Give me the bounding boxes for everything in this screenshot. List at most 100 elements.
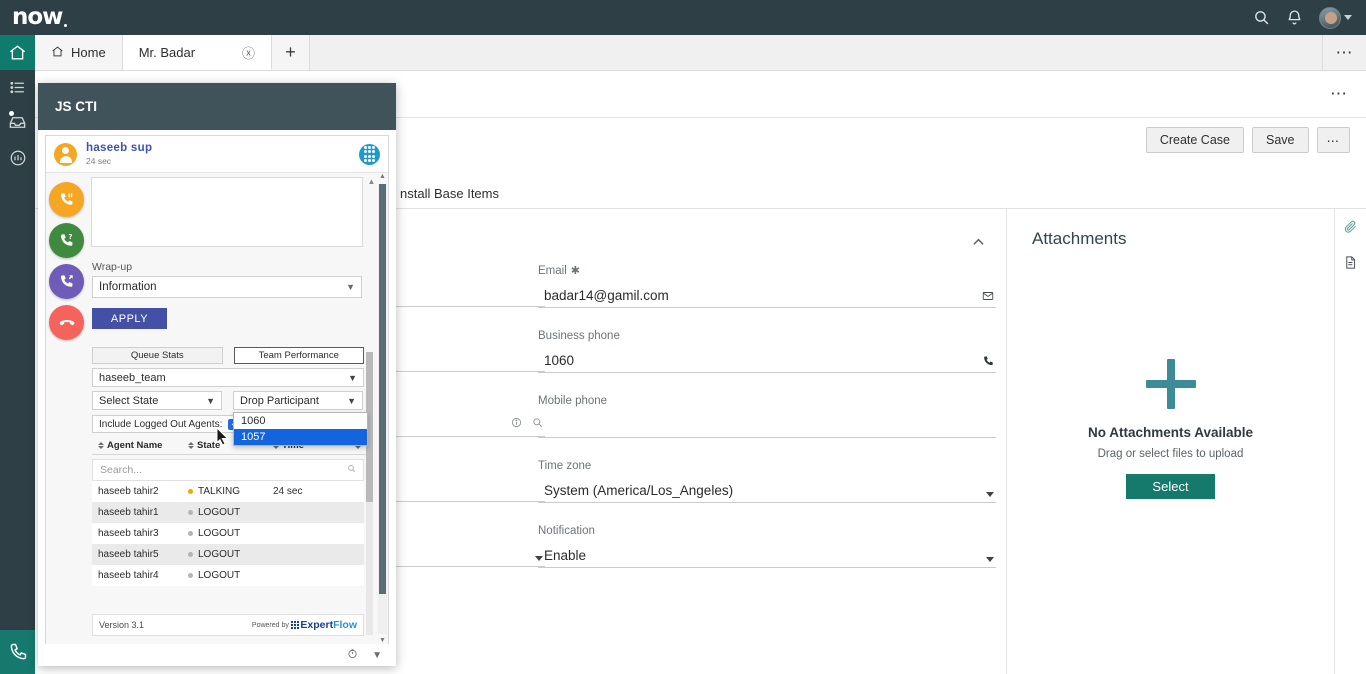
table-row[interactable]: haseeb tahir5 LOGOUT: [92, 544, 364, 565]
tab-record-label: Mr. Badar: [139, 45, 195, 60]
state-select[interactable]: Select State ▼: [92, 391, 222, 410]
tab-record[interactable]: Mr. Badar ⓧ: [123, 35, 272, 70]
sidebar-item-inbox[interactable]: [0, 105, 35, 140]
column-label: State: [197, 440, 220, 451]
state-label: LOGOUT: [198, 549, 240, 560]
version-label: Version 3.1: [99, 620, 144, 630]
caller-info: haseeb sup 24 sec: [86, 142, 152, 167]
info-icon[interactable]: [511, 416, 522, 431]
tab-queue-stats[interactable]: Queue Stats: [92, 347, 223, 364]
chevron-down-icon: ▼: [346, 282, 355, 292]
attachments-empty-subtext: Drag or select files to upload: [1098, 448, 1244, 460]
tab-team-performance[interactable]: Team Performance: [234, 347, 365, 364]
notification-bell-icon[interactable]: [1286, 9, 1303, 26]
transfer-call-button[interactable]: [49, 264, 84, 299]
sidebar-item-home[interactable]: [0, 35, 35, 70]
sidebar-item-analytics[interactable]: [0, 140, 35, 175]
call-notes-textarea[interactable]: [91, 177, 363, 247]
agent-name-cell: haseeb tahir4: [92, 570, 188, 581]
agent-list-scrollbar[interactable]: [366, 352, 373, 635]
chevron-down-icon: [1344, 15, 1352, 20]
tab-home[interactable]: Home: [35, 35, 123, 70]
email-field[interactable]: badar14@gamil.com: [538, 283, 996, 308]
document-icon[interactable]: [1343, 255, 1358, 275]
drop-participant-value: Drop Participant: [240, 395, 319, 407]
attachments-panel: Attachments No Attachments Available Dra…: [1007, 209, 1334, 674]
expertflow-grid-icon: [291, 621, 299, 629]
left-nav-rail: [0, 35, 35, 674]
dialpad-icon[interactable]: [359, 144, 380, 165]
include-logged-out-label: Include Logged Out Agents:: [99, 419, 222, 430]
search-icon[interactable]: [1253, 9, 1270, 26]
timer-icon[interactable]: [347, 648, 358, 662]
cti-panel-scrollbar[interactable]: ▲ ▼: [378, 184, 387, 634]
chevron-up-icon[interactable]: [973, 235, 984, 249]
right-utility-rail: [1334, 209, 1366, 674]
wrapup-value: Information: [99, 281, 157, 293]
tab-install-base-items[interactable]: nstall Base Items: [390, 186, 509, 208]
scroll-up-arrow[interactable]: ▲: [378, 172, 387, 182]
end-call-button[interactable]: [49, 305, 84, 340]
table-row[interactable]: haseeb tahir2 TALKING 24 sec: [92, 481, 364, 502]
field-notification: Notification Enable: [538, 525, 996, 568]
chevron-down-icon[interactable]: [986, 492, 994, 497]
paperclip-icon[interactable]: [1343, 219, 1358, 239]
save-button[interactable]: Save: [1252, 127, 1309, 153]
team-select[interactable]: haseeb_team ▼: [92, 368, 364, 387]
user-menu[interactable]: [1319, 7, 1352, 29]
sort-icon: [98, 442, 104, 449]
caller-name: haseeb sup: [86, 142, 152, 156]
plus-icon[interactable]: [1146, 359, 1196, 409]
page-header-overflow-button[interactable]: ⋯: [1330, 84, 1366, 104]
consult-call-button[interactable]: ?: [49, 223, 84, 258]
state-dot-icon: [188, 573, 193, 578]
call-duration: 24 sec: [86, 156, 152, 166]
svg-text:?: ?: [68, 232, 72, 240]
column-header-agent-name[interactable]: Agent Name: [92, 440, 188, 451]
email-value: badar14@gamil.com: [538, 288, 669, 303]
phone-icon[interactable]: [982, 355, 994, 367]
business-phone-field[interactable]: 1060: [538, 348, 996, 373]
sidebar-item-phone[interactable]: [0, 630, 35, 674]
chevron-down-icon[interactable]: [986, 557, 994, 562]
extension-dropdown-list[interactable]: 1060 1057: [233, 412, 368, 446]
state-label: LOGOUT: [198, 570, 240, 581]
required-marker: ✱: [571, 264, 580, 277]
label-text: Mobile phone: [538, 395, 607, 407]
notification-select[interactable]: Enable: [538, 543, 996, 568]
stats-tab-group: Queue Stats Team Performance: [92, 347, 364, 364]
state-dot-icon: [188, 489, 193, 494]
extension-option-1057[interactable]: 1057: [234, 429, 367, 445]
brand-expert: Expert: [300, 619, 333, 631]
mobile-phone-field[interactable]: [538, 413, 996, 438]
agent-state-cell: LOGOUT: [188, 528, 273, 539]
tab-overflow-button[interactable]: ⋯: [1322, 35, 1366, 70]
table-row[interactable]: haseeb tahir3 LOGOUT: [92, 523, 364, 544]
table-row[interactable]: haseeb tahir4 LOGOUT: [92, 565, 364, 586]
notes-scroll-up-arrow[interactable]: ▲: [367, 177, 376, 186]
drop-participant-select[interactable]: Drop Participant ▼: [233, 391, 363, 410]
expertflow-logo: Expert Flow: [291, 619, 357, 631]
wrapup-select[interactable]: Information ▼: [92, 276, 362, 298]
hold-call-button[interactable]: [49, 182, 84, 217]
label-text: Email: [538, 265, 567, 277]
search-icon[interactable]: [347, 464, 356, 476]
table-row[interactable]: haseeb tahir1 LOGOUT: [92, 502, 364, 523]
apply-wrapup-button[interactable]: APPLY: [92, 308, 167, 329]
cti-panel-title: JS CTI: [55, 99, 97, 114]
record-more-actions-button[interactable]: ⋯: [1317, 127, 1351, 153]
cti-panel-header: JS CTI: [38, 83, 396, 130]
close-circle-icon[interactable]: ⓧ: [242, 43, 255, 62]
cti-scroll-down-arrow[interactable]: ▼: [372, 650, 382, 661]
extension-option-1060[interactable]: 1060: [234, 413, 367, 429]
agent-state-cell: LOGOUT: [188, 570, 273, 581]
create-case-button[interactable]: Create Case: [1146, 127, 1244, 153]
new-tab-button[interactable]: +: [272, 35, 310, 70]
agent-search-input[interactable]: Search...: [92, 459, 364, 481]
select-files-button[interactable]: Select: [1126, 474, 1214, 499]
mail-icon[interactable]: [982, 290, 994, 302]
now-logo[interactable]: now: [12, 6, 62, 29]
time-zone-select[interactable]: System (America/Los_Angeles): [538, 478, 996, 503]
sidebar-item-list[interactable]: [0, 70, 35, 105]
chevron-down-icon: ▼: [206, 396, 215, 406]
